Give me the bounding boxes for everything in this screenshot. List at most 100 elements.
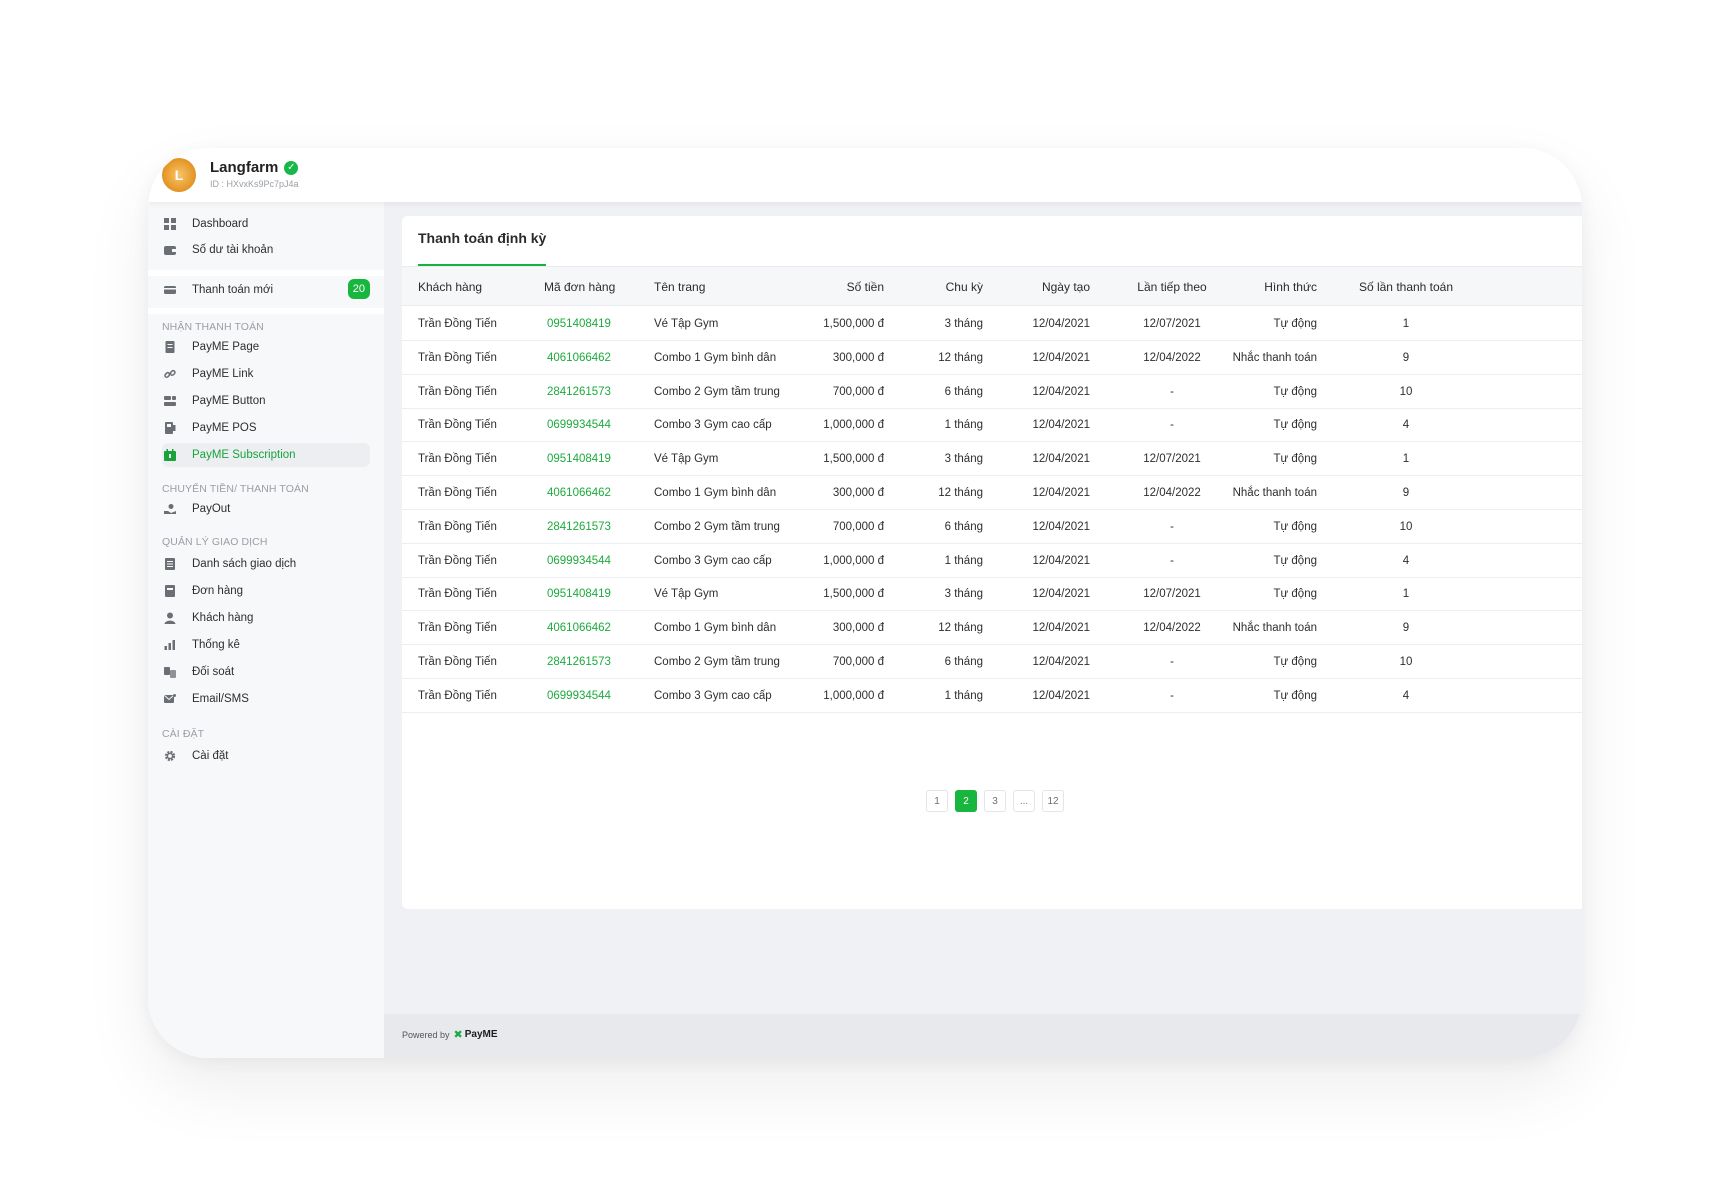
payme-logo-icon: ✖ [453,1029,463,1041]
column-header-cycle[interactable]: Chu kỳ [946,280,983,294]
cell-order-code[interactable]: 0951408419 [547,318,611,330]
cell-payment-count: 1 [1402,588,1410,601]
table-row[interactable]: Trần Đồng Tiến 0951408419 Vé Tập Gym 1,500,… [402,442,1582,477]
merchant-logo-text: L [174,167,184,183]
cell-order-code[interactable]: 2841261573 [547,656,611,668]
table-row[interactable]: Trần Đồng Tiến 0951408419 Vé Tập Gym 1,500,… [402,577,1582,612]
merchant-logo[interactable]: L [162,158,196,192]
cell-customer: Trần Đồng Tiến [418,318,497,330]
sidebar-item-label: Số dư tài khoản [192,244,274,256]
cell-method: Tự động [1273,554,1317,567]
table-row[interactable]: Trần Đồng Tiến 2841261573 Combo 2 Gym tầm … [402,510,1582,544]
sidebar-item-new-payment[interactable]: Thanh toán mới 20 [162,278,370,302]
cell-payment-count: 9 [1402,622,1410,635]
page-button-12[interactable]: 12 [1042,790,1064,812]
cell-payment-count: 10 [1399,656,1413,668]
cell-order-code[interactable]: 4061066462 [547,622,611,634]
sidebar-item-label: Đối soát [192,666,235,678]
table-row[interactable]: Trần Đồng Tiến 4061066462 Combo 1 Gym bình… [402,476,1582,510]
cell-method: Nhắc thanh toán [1232,351,1317,364]
column-header-page-name[interactable]: Tên trang [654,280,705,294]
table-row[interactable]: Trần Đồng Tiến 4061066462 Combo 1 Gym bình… [402,341,1582,375]
cell-page-name: Vé Tập Gym [654,588,719,601]
column-header-payment-count[interactable]: Số lần thanh toán [1354,280,1458,294]
section-title-transactions: QUẢN LÝ GIAO DỊCH [162,536,268,548]
sidebar-item-payme-link[interactable]: PayME Link [162,362,370,386]
list-icon [164,558,176,570]
cell-cycle: 3 tháng [944,318,983,330]
sidebar-item-label: PayME Link [192,368,254,380]
page-button-2[interactable]: 2 [955,790,977,812]
cell-method: Tự động [1273,318,1317,330]
sidebar-item-label: PayME Button [192,395,266,407]
table-row[interactable]: Trần Đồng Tiến 2841261573 Combo 2 Gym tầm … [402,375,1582,409]
cell-order-code[interactable]: 0699934544 [547,690,611,702]
cell-method: Tự động [1273,419,1317,432]
sidebar-item-dashboard[interactable]: Dashboard [162,212,370,236]
column-header-amount[interactable]: Số tiền [847,280,884,294]
cell-amount: 1,500,000 đ [823,588,884,601]
cell-method: Tự động [1273,385,1317,398]
sidebar-item-payme-subscription[interactable]: PayME Subscription [162,443,370,467]
cell-order-code[interactable]: 2841261573 [547,521,611,533]
section-title-receive: NHẬN THANH TOÁN [162,321,264,333]
sidebar-item-balance[interactable]: Số dư tài khoản [162,238,370,262]
sidebar-item-label: Danh sách giao dịch [192,558,297,570]
table-row[interactable]: Trần Đồng Tiến 0951408419 Vé Tập Gym 1,500,… [402,307,1582,341]
sidebar-item-payme-button[interactable]: PayME Button [162,389,370,413]
sidebar-item-payme-pos[interactable]: PayME POS [162,416,370,440]
order-icon [164,585,176,597]
cell-payment-count: 4 [1402,419,1410,432]
cell-order-code[interactable]: 4061066462 [547,352,611,364]
column-header-customer[interactable]: Khách hàng [418,280,482,294]
gear-icon [164,750,176,762]
column-header-next-payment[interactable]: Lần tiếp theo [1132,280,1212,294]
sidebar-item-orders[interactable]: Đơn hàng [162,579,370,603]
cell-payment-count: 9 [1402,351,1410,364]
cell-customer: Trần Đồng Tiến [418,520,497,533]
table-row[interactable]: Trần Đồng Tiến 0699934544 Combo 3 Gym cao … [402,408,1582,443]
page-ellipsis: ... [1013,790,1035,812]
column-header-created-date[interactable]: Ngày tạo [1042,280,1090,294]
page-icon [164,341,176,353]
sidebar-item-customers[interactable]: Khách hàng [162,606,370,630]
sidebar-item-email-sms[interactable]: Email/SMS [162,687,370,711]
column-header-order-code[interactable]: Mã đơn hàng [544,280,615,294]
table-row[interactable]: Trần Đồng Tiến 0699934544 Combo 3 Gym cao … [402,544,1582,578]
user-icon [164,612,176,624]
cell-amount: 700,000 đ [832,656,884,668]
cell-order-code[interactable]: 0951408419 [547,588,611,600]
cell-page-name: Combo 3 Gym cao cấp [654,554,772,567]
table-row[interactable]: Trần Đồng Tiến 0699934544 Combo 3 Gym cao … [402,679,1582,713]
sidebar-item-settings[interactable]: Cài đặt [162,744,370,768]
sidebar-item-label: Thanh toán mới [192,284,274,296]
sidebar-item-reconcile[interactable]: Đối soát [162,660,370,684]
link-icon [164,368,176,380]
cell-cycle: 12 tháng [938,351,983,364]
page-button-3[interactable]: 3 [984,790,1006,812]
cell-order-code[interactable]: 2841261573 [547,386,611,398]
cell-order-code[interactable]: 4061066462 [547,487,611,499]
cell-order-code[interactable]: 0951408419 [547,453,611,465]
cell-order-code[interactable]: 0699934544 [547,555,611,567]
sidebar-item-statistics[interactable]: Thống kê [162,633,370,657]
cell-created-date: 12/04/2021 [1032,656,1090,668]
footer: Powered by ✖ PayME [384,1014,1582,1058]
pos-icon [164,422,176,434]
sidebar-item-transaction-list[interactable]: Danh sách giao dịch [162,552,370,576]
column-header-method[interactable]: Hình thức [1264,280,1317,294]
table-row[interactable]: Trần Đồng Tiến 2841261573 Combo 2 Gym tầm … [402,645,1582,679]
sidebar-item-payme-page[interactable]: PayME Page [162,335,370,359]
cell-page-name: Vé Tập Gym [654,453,719,466]
cell-created-date: 12/04/2021 [1032,351,1090,364]
cell-order-code[interactable]: 0699934544 [547,419,611,431]
cell-payment-count: 10 [1399,520,1413,533]
cell-cycle: 6 tháng [944,385,983,398]
page-button-1[interactable]: 1 [926,790,948,812]
cell-method: Tự động [1273,453,1317,466]
sidebar-item-payout[interactable]: PayOut [162,497,370,521]
cell-page-name: Combo 2 Gym tầm trung [654,520,780,533]
wallet-icon [164,244,176,256]
table-row[interactable]: Trần Đồng Tiến 4061066462 Combo 1 Gym bình… [402,611,1582,646]
tab-recurring-payments[interactable]: Thanh toán định kỳ [418,230,546,246]
